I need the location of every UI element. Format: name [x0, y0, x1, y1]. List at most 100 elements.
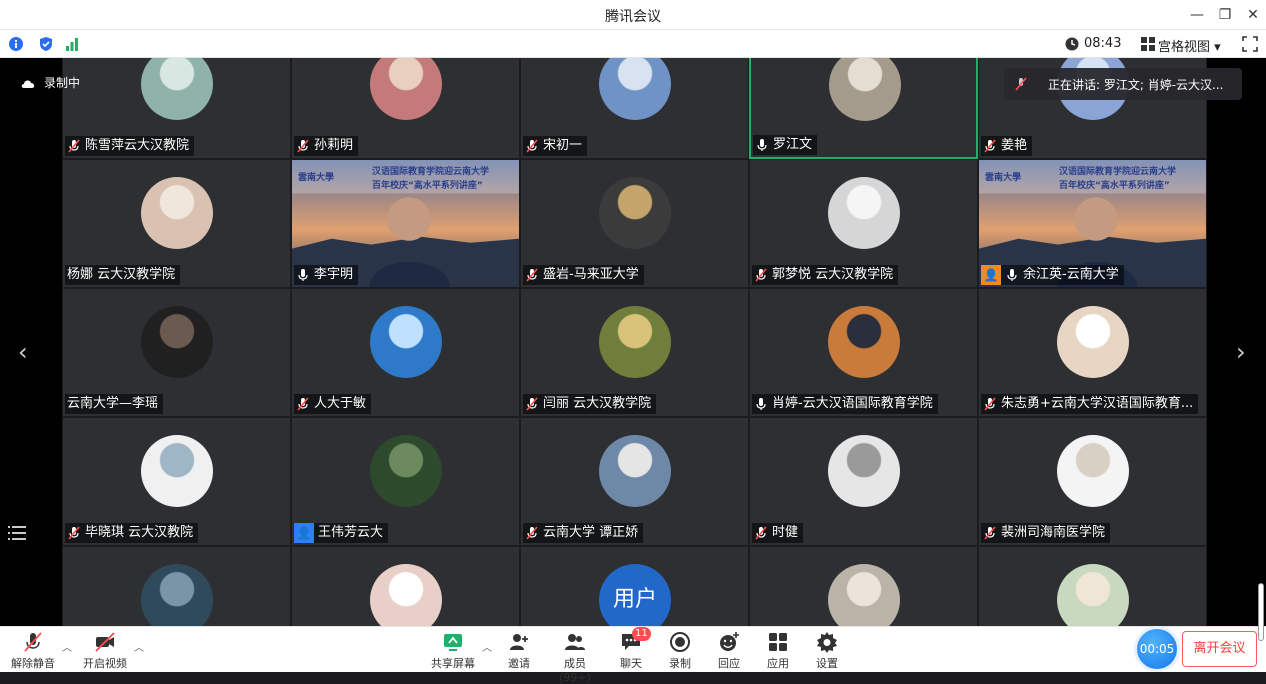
settings-button[interactable]: 设置 [802, 631, 852, 671]
record-button[interactable]: 录制 [655, 631, 705, 671]
participant-tile[interactable]: 盛岩-马来亚大学 [520, 159, 749, 288]
audio-options-caret[interactable]: ︿ [62, 639, 72, 654]
banner-line2: 百年校庆“高水平系列讲座” [372, 181, 483, 191]
record-label: 录制 [669, 657, 691, 670]
participant-name-text: 时健 [772, 525, 799, 540]
banner-line1: 汉语国际教育学院迎云南大学 [1059, 167, 1177, 177]
participant-tile[interactable] [749, 546, 978, 626]
close-button[interactable]: ✕ [1242, 4, 1264, 26]
participant-tile[interactable]: 孙莉明 [291, 58, 520, 159]
clock-icon [1065, 37, 1079, 51]
gear-icon [817, 632, 837, 653]
participant-name: 时健 [752, 523, 804, 543]
unmute-button[interactable]: 解除静音 [8, 631, 58, 671]
video-stage: 陈雪萍云大汉教院 孙莉明 宋初一 罗江文 姜艳 杨娜 云大汉教学院 汉语国际教育学院迎云南大… [0, 58, 1266, 626]
participant-tile[interactable]: 云南大学 谭正娇 [520, 417, 749, 546]
participant-tile[interactable]: 裴洲司海南医学院 [978, 417, 1207, 546]
participant-tile[interactable]: 杨娜 云大汉教学院 [62, 159, 291, 288]
grid-view-icon[interactable] [1140, 36, 1156, 52]
apps-label: 应用 [767, 657, 789, 670]
info-bar: 08:43 宫格视图 ▾ [0, 30, 1266, 58]
participant-tile[interactable]: 毕晓琪 云大汉教院 [62, 417, 291, 546]
participant-tile[interactable] [62, 546, 291, 626]
view-mode-dropdown[interactable]: 宫格视图 ▾ [1158, 36, 1221, 55]
share-screen-icon [444, 634, 462, 651]
participant-name-text: 裴洲司海南医学院 [1001, 525, 1106, 540]
invite-button[interactable]: 邀请 [494, 631, 544, 671]
participant-tile[interactable]: 用户 [520, 546, 749, 626]
participant-tile[interactable] [291, 546, 520, 626]
avatar [370, 564, 442, 626]
shield-icon[interactable] [38, 36, 54, 52]
video-options-caret[interactable]: ︿ [134, 639, 144, 654]
mic-on-icon [756, 398, 766, 410]
view-mode-label: 宫格视图 [1158, 40, 1211, 55]
participant-name: 毕晓琪 云大汉教院 [65, 523, 199, 543]
reaction-button[interactable]: 回应 [704, 631, 754, 671]
scrollbar[interactable] [1258, 583, 1264, 641]
participant-name-text: 孙莉明 [314, 138, 354, 153]
mic-muted-icon [1015, 77, 1027, 91]
share-screen-label: 共享屏幕 [431, 657, 475, 670]
info-icon[interactable] [8, 36, 24, 52]
invite-icon [510, 634, 528, 650]
chat-label: 聊天 [620, 657, 642, 670]
mic-muted-icon [297, 139, 309, 153]
mic-muted-icon [984, 139, 996, 153]
avatar [599, 177, 671, 249]
participant-tile[interactable]: 肖婷-云大汉语国际教育学院 [749, 288, 978, 417]
participant-tile[interactable]: 罗江文 [749, 58, 978, 159]
participant-name: 云南大学—李瑶 [65, 394, 164, 414]
participant-tile[interactable]: 朱志勇+云南大学汉语国际教育... [978, 288, 1207, 417]
participant-name: 李宇明 [294, 265, 359, 285]
participant-tile[interactable]: 汉语国际教育学院迎云南大学 百年校庆“高水平系列讲座” 雲南大學 👤 余江英-云南大学 [978, 159, 1207, 288]
banner-line1: 汉语国际教育学院迎云南大学 [372, 167, 490, 177]
avatar [370, 58, 442, 120]
participant-tile[interactable]: 云南大学—李瑶 [62, 288, 291, 417]
settings-label: 设置 [816, 657, 838, 670]
start-video-button[interactable]: 开启视频 [80, 631, 130, 671]
list-icon[interactable] [8, 525, 26, 541]
participant-tile[interactable]: 闫丽 云大汉教学院 [520, 288, 749, 417]
members-label: 成员(99+) [559, 657, 591, 684]
participant-name: 罗江文 [753, 135, 818, 155]
next-page-arrow[interactable]: › [1236, 338, 1246, 366]
signal-icon[interactable] [64, 36, 80, 52]
user-icon: 👤 [981, 265, 1001, 285]
avatar [141, 435, 213, 507]
participant-name: 陈雪萍云大汉教院 [65, 136, 195, 156]
participant-tile[interactable]: 👤 王伟芳云大 [291, 417, 520, 546]
participant-tile[interactable]: 陈雪萍云大汉教院 [62, 58, 291, 159]
recording-label: 录制中 [44, 76, 81, 90]
members-button[interactable]: 成员(99+) [550, 631, 600, 684]
minimize-button[interactable]: — [1186, 4, 1208, 26]
mic-muted-icon [755, 268, 767, 282]
participant-tile[interactable]: 时健 [749, 417, 978, 546]
participant-tile[interactable]: 郭梦悦 云大汉教学院 [749, 159, 978, 288]
avatar [828, 564, 900, 626]
prev-page-arrow[interactable]: ‹ [18, 338, 28, 366]
apps-button[interactable]: 应用 [753, 631, 803, 671]
participant-tile[interactable] [978, 546, 1207, 626]
participant-tile[interactable]: 汉语国际教育学院迎云南大学 百年校庆“高水平系列讲座” 雲南大學李宇明 [291, 159, 520, 288]
banner-logo: 雲南大學 [298, 173, 335, 183]
restore-button[interactable]: ❐ [1214, 4, 1236, 26]
share-screen-button[interactable]: 共享屏幕 [428, 631, 478, 671]
talk-timer-button[interactable]: 00:05 [1134, 626, 1180, 672]
participant-name-text: 罗江文 [773, 137, 813, 152]
avatar [370, 435, 442, 507]
mic-on-icon [1007, 269, 1017, 281]
leave-meeting-button[interactable]: 离开会议 [1182, 631, 1257, 667]
participant-name: 👤 余江英-云南大学 [981, 265, 1124, 285]
participant-name-text: 肖婷-云大汉语国际教育学院 [772, 396, 933, 411]
mic-muted-icon [984, 397, 996, 411]
participant-tile[interactable]: 宋初一 [520, 58, 749, 159]
share-options-caret[interactable]: ︿ [482, 639, 492, 654]
avatar [599, 58, 671, 120]
participant-name: 杨娜 云大汉教学院 [65, 265, 181, 285]
meeting-time: 08:43 [1084, 36, 1122, 51]
participant-tile[interactable]: 人大于敏 [291, 288, 520, 417]
mic-muted-icon [24, 632, 42, 652]
avatar: 用户 [599, 564, 671, 626]
fullscreen-icon[interactable] [1242, 36, 1258, 52]
